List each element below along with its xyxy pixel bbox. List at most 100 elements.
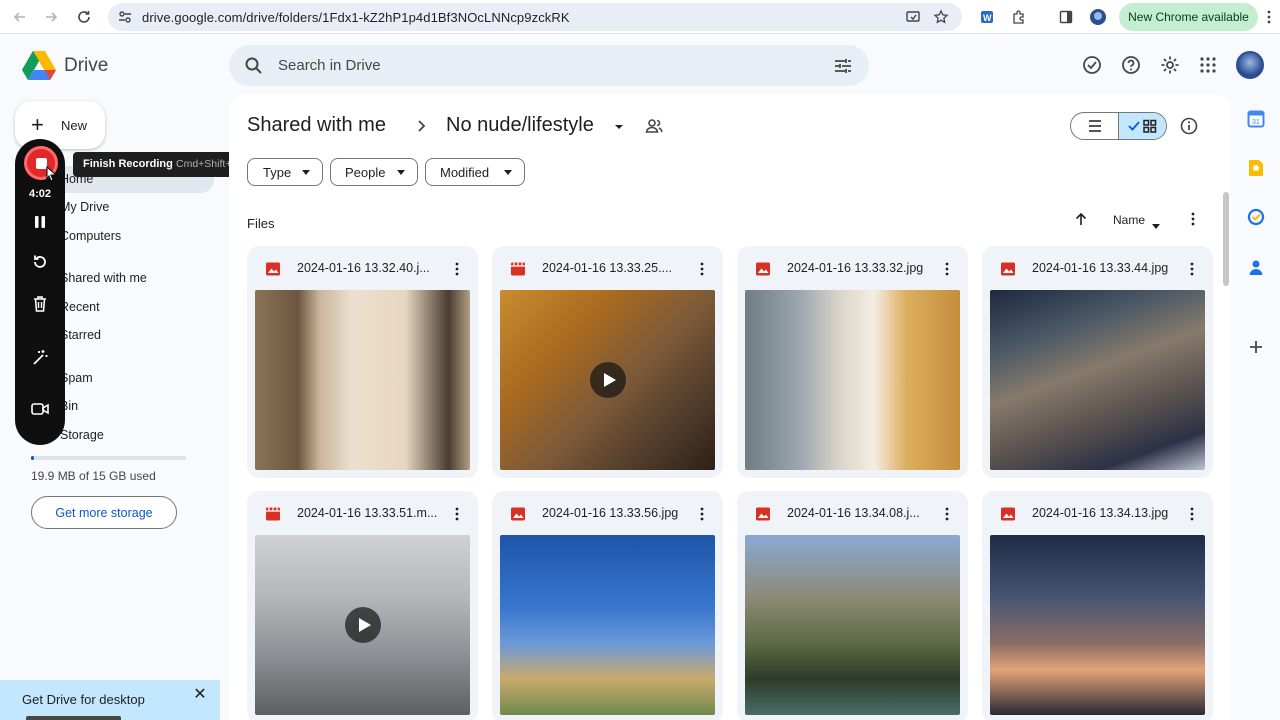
file-tile[interactable]: 2024-01-16 13.33.44.jpg bbox=[982, 246, 1213, 478]
url-text: drive.google.com/drive/folders/1Fdx1-kZ2… bbox=[142, 9, 570, 25]
file-tile[interactable]: 2024-01-16 13.33.32.jpg bbox=[737, 246, 968, 478]
sidebar-item-recent[interactable]: Recent bbox=[60, 300, 100, 314]
more-options-icon[interactable] bbox=[939, 259, 955, 279]
grid-view-button[interactable] bbox=[1118, 113, 1166, 139]
account-avatar[interactable] bbox=[1236, 51, 1264, 79]
site-settings-icon[interactable] bbox=[116, 8, 134, 26]
chevron-down-icon[interactable] bbox=[1151, 217, 1161, 229]
promo-text[interactable]: Get Drive for desktop bbox=[22, 692, 145, 707]
sort-by-name-button[interactable]: Name bbox=[1113, 213, 1145, 227]
tasks-icon[interactable] bbox=[1245, 206, 1267, 228]
type-filter-label: Type bbox=[263, 164, 292, 180]
camera-icon[interactable] bbox=[29, 398, 51, 420]
chrome-menu-icon[interactable] bbox=[1262, 6, 1276, 28]
storage-usage-fill bbox=[31, 456, 35, 460]
file-thumbnail[interactable] bbox=[990, 290, 1205, 470]
play-icon[interactable] bbox=[345, 607, 381, 643]
sidebar-item-computers[interactable]: Computers bbox=[60, 229, 121, 243]
side-panel-icon[interactable] bbox=[1055, 6, 1077, 28]
offline-ready-icon[interactable] bbox=[1081, 54, 1103, 76]
play-icon[interactable] bbox=[590, 362, 626, 398]
breadcrumb-current-folder[interactable]: No nude/lifestyle bbox=[446, 114, 594, 137]
calendar-icon[interactable]: 31 bbox=[1245, 108, 1267, 130]
profile-avatar-icon[interactable] bbox=[1087, 6, 1109, 28]
help-icon[interactable] bbox=[1120, 54, 1142, 76]
sidebar-item-starred[interactable]: Starred bbox=[60, 328, 101, 342]
file-thumbnail[interactable] bbox=[745, 290, 960, 470]
file-tile[interactable]: 2024-01-16 13.33.56.jpg bbox=[492, 491, 723, 720]
more-options-icon[interactable] bbox=[449, 259, 465, 279]
info-icon[interactable] bbox=[1178, 115, 1200, 137]
file-thumbnail[interactable] bbox=[255, 290, 470, 470]
image-file-icon bbox=[1000, 262, 1016, 276]
forward-icon[interactable] bbox=[40, 6, 62, 28]
more-options-icon[interactable] bbox=[939, 504, 955, 524]
chevron-down-icon[interactable] bbox=[612, 120, 626, 132]
new-button-label: New bbox=[61, 118, 88, 133]
chevron-down-icon bbox=[397, 170, 405, 175]
video-file-icon bbox=[510, 262, 526, 276]
more-options-icon[interactable] bbox=[694, 259, 710, 279]
file-tile[interactable]: 2024-01-16 13.34.08.j... bbox=[737, 491, 968, 720]
sidebar-item-my-drive[interactable]: My Drive bbox=[60, 200, 109, 214]
more-options-icon[interactable] bbox=[449, 504, 465, 524]
more-options-icon[interactable] bbox=[694, 504, 710, 524]
contacts-icon[interactable] bbox=[1245, 256, 1267, 278]
add-addon-plus-icon[interactable] bbox=[1245, 336, 1267, 358]
delete-trash-icon[interactable] bbox=[29, 293, 51, 315]
close-icon[interactable]: ✕ bbox=[191, 686, 209, 704]
cast-icon[interactable] bbox=[902, 6, 924, 28]
drive-logo-icon[interactable] bbox=[22, 50, 56, 80]
keep-notes-icon[interactable] bbox=[1245, 157, 1267, 179]
file-name: 2024-01-16 13.32.40.j... bbox=[297, 261, 430, 275]
chevron-down-icon bbox=[302, 170, 310, 175]
sidebar-item-storage[interactable]: Storage bbox=[60, 428, 104, 442]
finish-recording-tooltip: Finish Recording Cmd+Shift+L bbox=[73, 152, 255, 177]
sort-direction-arrow-icon[interactable] bbox=[1072, 210, 1090, 228]
word-extension-icon[interactable]: W bbox=[976, 6, 998, 28]
search-filters-icon[interactable] bbox=[832, 55, 854, 77]
pause-icon[interactable] bbox=[29, 211, 51, 233]
modified-filter-chip[interactable]: Modified bbox=[425, 158, 525, 186]
image-file-icon bbox=[1000, 507, 1016, 521]
get-more-storage-button[interactable]: Get more storage bbox=[31, 496, 177, 529]
new-chrome-available-button[interactable]: New Chrome available bbox=[1119, 3, 1258, 31]
file-name: 2024-01-16 13.34.08.j... bbox=[787, 506, 920, 520]
bookmark-star-icon[interactable] bbox=[930, 6, 952, 28]
desktop-promo-banner: Get Drive for desktop ✕ bbox=[0, 680, 220, 720]
file-tile[interactable]: 2024-01-16 13.32.40.j... bbox=[247, 246, 478, 478]
file-name: 2024-01-16 13.33.32.jpg bbox=[787, 261, 924, 275]
file-name: 2024-01-16 13.33.56.jpg bbox=[542, 506, 679, 520]
more-options-icon[interactable] bbox=[1184, 504, 1200, 524]
search-bar[interactable]: Search in Drive bbox=[229, 45, 869, 86]
file-tile[interactable]: 2024-01-16 13.34.13.jpg bbox=[982, 491, 1213, 720]
plus-icon: + bbox=[31, 112, 44, 137]
apps-grid-icon[interactable] bbox=[1197, 54, 1219, 76]
file-thumbnail[interactable] bbox=[500, 535, 715, 715]
type-filter-chip[interactable]: Type bbox=[247, 158, 323, 186]
search-icon[interactable] bbox=[243, 55, 265, 77]
file-thumbnail[interactable] bbox=[500, 290, 715, 470]
more-options-icon[interactable] bbox=[1184, 259, 1200, 279]
file-tile[interactable]: 2024-01-16 13.33.25.... bbox=[492, 246, 723, 478]
settings-gear-icon[interactable] bbox=[1159, 54, 1181, 76]
tooltip-title: Finish Recording bbox=[83, 158, 173, 170]
file-tile[interactable]: 2024-01-16 13.33.51.m... bbox=[247, 491, 478, 720]
file-thumbnail[interactable] bbox=[745, 535, 960, 715]
extensions-puzzle-icon[interactable] bbox=[1008, 6, 1030, 28]
restart-icon[interactable] bbox=[29, 251, 51, 273]
drive-brand-label[interactable]: Drive bbox=[64, 55, 108, 77]
sidebar-item-shared-with-me[interactable]: Shared with me bbox=[60, 271, 147, 285]
more-options-icon[interactable] bbox=[1184, 210, 1202, 228]
search-input[interactable]: Search in Drive bbox=[278, 57, 381, 74]
scrollbar[interactable] bbox=[1223, 192, 1229, 286]
reload-icon[interactable] bbox=[73, 6, 95, 28]
effects-sparkle-icon[interactable] bbox=[29, 347, 51, 369]
people-filter-chip[interactable]: People bbox=[330, 158, 418, 186]
file-thumbnail[interactable] bbox=[990, 535, 1205, 715]
file-thumbnail[interactable] bbox=[255, 535, 470, 715]
back-icon[interactable] bbox=[9, 6, 31, 28]
address-bar[interactable]: drive.google.com/drive/folders/1Fdx1-kZ2… bbox=[108, 3, 962, 31]
breadcrumb-parent[interactable]: Shared with me bbox=[247, 114, 386, 137]
list-view-button[interactable] bbox=[1071, 113, 1118, 139]
